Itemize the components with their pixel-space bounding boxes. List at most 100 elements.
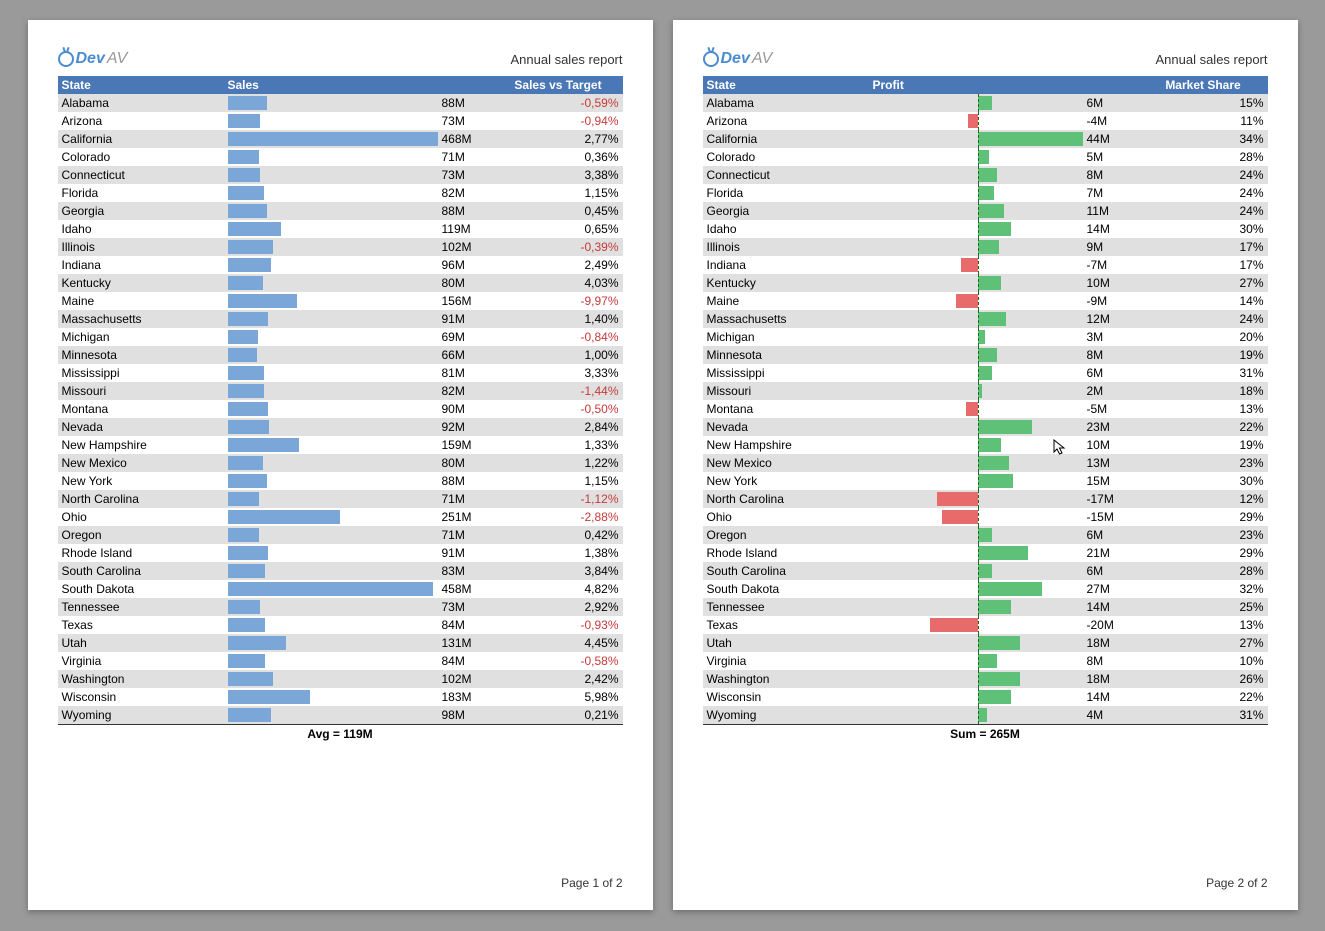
sales-bar-cell: [228, 328, 438, 346]
sales-bar-cell: [228, 634, 438, 652]
sales-bar-cell: [228, 238, 438, 256]
profit-bar-cell: [873, 148, 1083, 166]
cell-profit-value: 44M: [1083, 130, 1143, 148]
sales-bar: [228, 456, 264, 470]
cell-market-share: 30%: [1143, 220, 1268, 238]
sales-bar: [228, 240, 274, 254]
profit-bar: [978, 636, 1021, 650]
sales-bar-cell: [228, 616, 438, 634]
table-row: New York15M30%: [703, 472, 1268, 490]
table-row: Utah18M27%: [703, 634, 1268, 652]
profit-bar-cell: [873, 436, 1083, 454]
profit-bar: [978, 456, 1009, 470]
profit-bar-cell: [873, 310, 1083, 328]
zero-divider: [978, 688, 979, 706]
sales-bar-cell: [228, 382, 438, 400]
profit-bar: [978, 276, 1002, 290]
zero-divider: [978, 274, 979, 292]
table-row: Wyoming98M0,21%: [58, 706, 623, 724]
table-row: Indiana96M2,49%: [58, 256, 623, 274]
zero-divider: [978, 292, 979, 310]
sales-bar: [228, 600, 261, 614]
sales-bar: [228, 276, 264, 290]
cell-svt: -0,50%: [498, 400, 623, 418]
cell-state: New York: [703, 472, 873, 490]
table-row: Minnesota8M19%: [703, 346, 1268, 364]
cell-sales-value: 102M: [438, 670, 498, 688]
zero-divider: [978, 94, 979, 112]
cell-state: Alabama: [58, 94, 228, 112]
table-row: Idaho119M0,65%: [58, 220, 623, 238]
table-row: Kentucky10M27%: [703, 274, 1268, 292]
cell-state: New York: [58, 472, 228, 490]
brand-name-gray: AV: [107, 50, 127, 68]
cell-sales-value: 84M: [438, 616, 498, 634]
cell-state: Georgia: [703, 202, 873, 220]
cell-state: Michigan: [703, 328, 873, 346]
zero-divider: [978, 598, 979, 616]
profit-bar-cell: [873, 292, 1083, 310]
cell-market-share: 24%: [1143, 184, 1268, 202]
table-row: Oregon6M23%: [703, 526, 1268, 544]
sales-bar: [228, 474, 267, 488]
profit-bar: [978, 366, 992, 380]
profit-bar-cell: [873, 598, 1083, 616]
cell-market-share: 13%: [1143, 616, 1268, 634]
cell-state: Arizona: [58, 112, 228, 130]
sales-bar-cell: [228, 274, 438, 292]
profit-bar-cell: [873, 652, 1083, 670]
sales-bar: [228, 132, 438, 146]
cell-sales-value: 91M: [438, 544, 498, 562]
cell-state: Texas: [703, 616, 873, 634]
sales-bar: [228, 636, 287, 650]
cell-market-share: 25%: [1143, 598, 1268, 616]
profit-bar-cell: [873, 94, 1083, 112]
profit-bar-cell: [873, 364, 1083, 382]
cell-sales-value: 66M: [438, 346, 498, 364]
cell-svt: 2,84%: [498, 418, 623, 436]
sales-bar-cell: [228, 580, 438, 598]
profit-bar: [978, 654, 997, 668]
logo-icon: [58, 51, 74, 67]
cell-market-share: 17%: [1143, 256, 1268, 274]
table-row: Oregon71M0,42%: [58, 526, 623, 544]
cell-state: Montana: [58, 400, 228, 418]
profit-bar: [978, 600, 1011, 614]
table-row: New Hampshire159M1,33%: [58, 436, 623, 454]
profit-bar: [930, 618, 978, 632]
cell-state: Tennessee: [58, 598, 228, 616]
sales-bar-cell: [228, 436, 438, 454]
sales-bar: [228, 420, 269, 434]
cell-svt: 0,65%: [498, 220, 623, 238]
cell-svt: 4,03%: [498, 274, 623, 292]
header-profit: Profit: [873, 76, 1083, 94]
cell-profit-value: 7M: [1083, 184, 1143, 202]
table-row: South Dakota27M32%: [703, 580, 1268, 598]
table-row: Wisconsin14M22%: [703, 688, 1268, 706]
profit-bar-cell: [873, 472, 1083, 490]
cell-svt: -0,39%: [498, 238, 623, 256]
sales-bar: [228, 294, 298, 308]
table-row: Connecticut73M3,38%: [58, 166, 623, 184]
cell-market-share: 22%: [1143, 418, 1268, 436]
sales-bar-cell: [228, 526, 438, 544]
cell-market-share: 20%: [1143, 328, 1268, 346]
table-row: New Hampshire10M19%: [703, 436, 1268, 454]
zero-divider: [978, 220, 979, 238]
sales-bar: [228, 708, 272, 722]
cell-market-share: 27%: [1143, 634, 1268, 652]
sales-bar: [228, 402, 268, 416]
cell-svt: 4,45%: [498, 634, 623, 652]
page-header: DevAV Annual sales report: [703, 50, 1268, 68]
cell-state: Utah: [58, 634, 228, 652]
cell-market-share: 13%: [1143, 400, 1268, 418]
cell-sales-value: 88M: [438, 94, 498, 112]
cell-svt: 3,33%: [498, 364, 623, 382]
cell-market-share: 31%: [1143, 706, 1268, 724]
cell-svt: 3,38%: [498, 166, 623, 184]
table-row: Georgia88M0,45%: [58, 202, 623, 220]
cell-market-share: 17%: [1143, 238, 1268, 256]
table-row: Utah131M4,45%: [58, 634, 623, 652]
profit-bar-cell: [873, 238, 1083, 256]
cell-state: Massachusetts: [58, 310, 228, 328]
